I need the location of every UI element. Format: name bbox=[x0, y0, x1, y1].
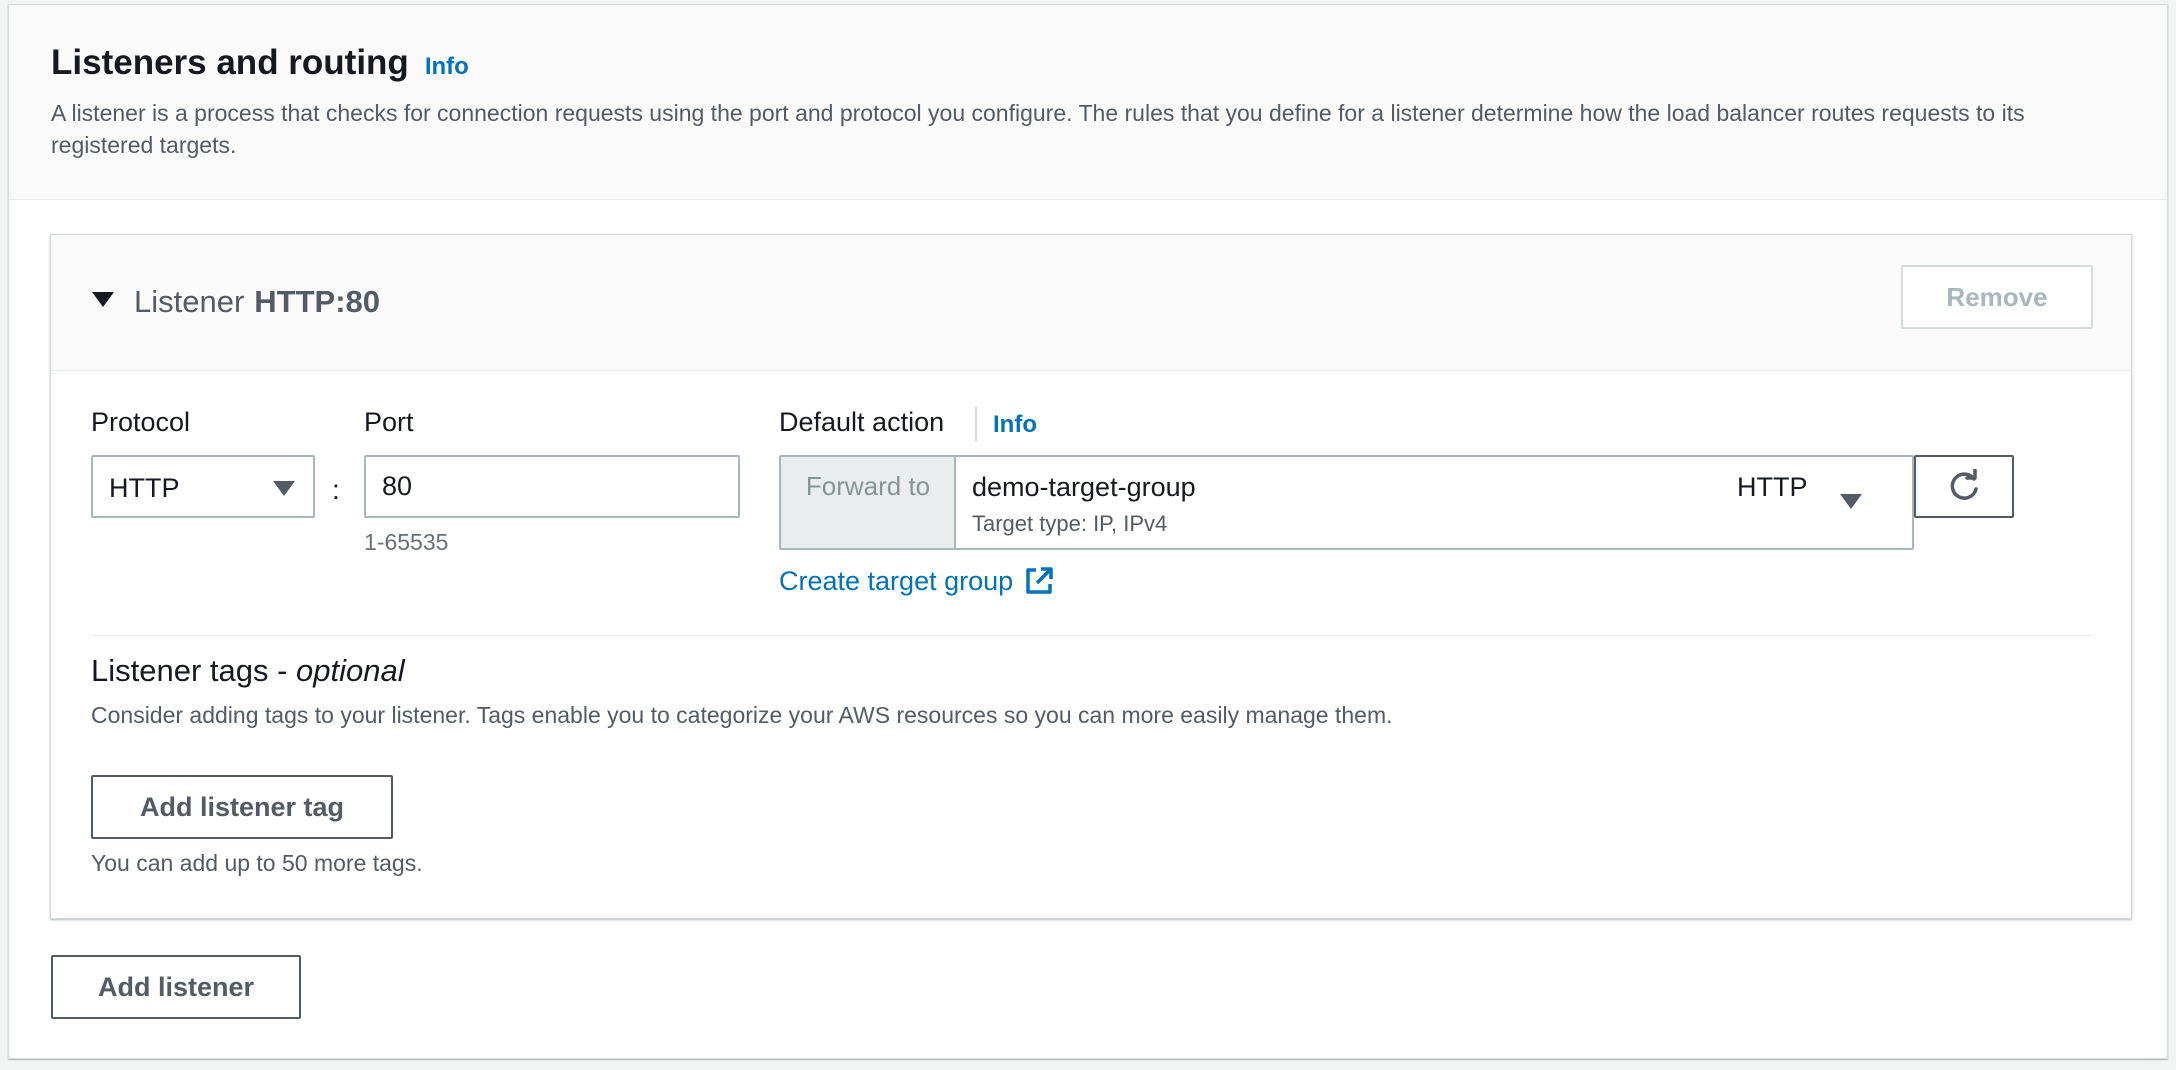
default-action-info-link[interactable]: Info bbox=[993, 411, 1037, 439]
protocol-label: Protocol bbox=[91, 407, 191, 437]
triangle-down-icon bbox=[273, 481, 295, 496]
listener-card: Listener HTTP:80 Remove Protocol HTTP : P… bbox=[50, 234, 2132, 919]
tags-limit-hint: You can add up to 50 more tags. bbox=[91, 850, 423, 876]
default-action-label: Default action bbox=[779, 407, 945, 437]
external-link-icon bbox=[1026, 567, 1053, 594]
refresh-icon bbox=[1950, 468, 1978, 500]
protocol-select-value: HTTP bbox=[109, 473, 180, 503]
forward-to-label: Forward to bbox=[779, 455, 955, 550]
protocol-port-separator: : bbox=[332, 474, 340, 505]
listener-label: Listener bbox=[134, 284, 245, 319]
target-group-select[interactable]: demo-target-group Target type: IP, IPv4 … bbox=[954, 455, 1914, 550]
target-group-protocol: HTTP bbox=[1737, 472, 1808, 502]
refresh-button[interactable] bbox=[1914, 455, 2014, 518]
add-listener-tag-button[interactable]: Add listener tag bbox=[91, 775, 393, 839]
listener-tags-description: Consider adding tags to your listener. T… bbox=[91, 702, 1393, 728]
add-listener-button[interactable]: Add listener bbox=[51, 955, 301, 1019]
section-divider bbox=[91, 635, 2093, 636]
listener-name: HTTP:80 bbox=[254, 284, 381, 319]
protocol-select[interactable]: HTTP bbox=[91, 455, 315, 518]
listener-tags-optional: optional bbox=[296, 653, 405, 688]
panel-info-link[interactable]: Info bbox=[425, 53, 469, 81]
triangle-down-icon bbox=[1840, 494, 1862, 509]
listener-tags-title-text: Listener tags - bbox=[91, 653, 297, 688]
caret-down-icon[interactable] bbox=[92, 292, 114, 307]
listener-card-header: Listener HTTP:80 Remove bbox=[51, 235, 2131, 371]
target-group-type: Target type: IP, IPv4 bbox=[972, 511, 1168, 536]
create-target-group-label: Create target group bbox=[779, 565, 1014, 596]
panel-title-row: Listeners and routing Info bbox=[51, 43, 469, 83]
remove-button[interactable]: Remove bbox=[1901, 265, 2093, 329]
listeners-and-routing-panel: Listeners and routing Info A listener is… bbox=[8, 4, 2168, 1059]
target-group-name: demo-target-group bbox=[972, 472, 1196, 502]
panel-header: Listeners and routing Info A listener is… bbox=[9, 5, 2167, 200]
panel-description: A listener is a process that checks for … bbox=[51, 100, 2025, 158]
port-hint: 1-65535 bbox=[364, 529, 449, 555]
panel-title: Listeners and routing bbox=[51, 43, 409, 82]
listener-tags-title: Listener tags - optional bbox=[91, 653, 405, 689]
port-label: Port bbox=[364, 407, 414, 437]
port-input[interactable] bbox=[364, 455, 740, 518]
listener-title: Listener HTTP:80 bbox=[134, 284, 380, 320]
create-target-group-link[interactable]: Create target group bbox=[779, 565, 1055, 597]
label-divider bbox=[975, 407, 977, 441]
